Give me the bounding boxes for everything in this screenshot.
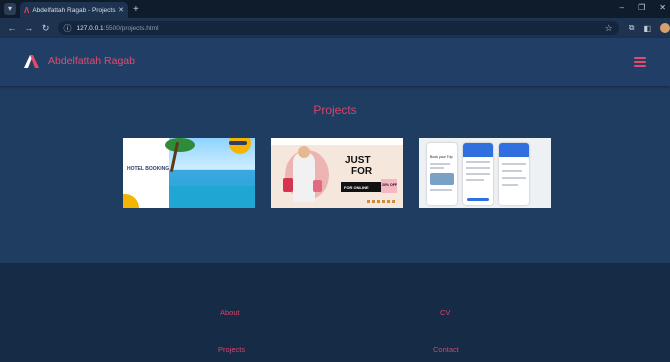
bookmark-star-icon[interactable]: ☆ [605,23,613,34]
text-line [502,170,522,172]
footer-link-contact[interactable]: Contact [433,345,459,354]
phone-screen-2 [463,143,493,205]
logo-icon[interactable] [24,55,39,68]
text-line [502,177,526,179]
phone-screen-1: Book your Trip [427,143,457,205]
discount-text: 20% OFF [382,183,397,187]
forward-icon[interactable]: → [24,23,34,33]
address-bar[interactable]: ⓘ 127.0.0.1:5500/projects.html ☆ [57,21,619,35]
text-line [466,167,490,169]
profile-avatar-icon[interactable] [660,23,670,33]
phone-header [463,143,493,157]
fashion-headline: JUST [345,155,371,166]
promo-bar: FOR ONLINE [341,182,383,192]
menu-icon[interactable] [634,57,646,67]
discount-badge: 20% OFF [381,179,397,193]
destination-image [430,173,454,185]
minimize-icon[interactable]: – [620,3,624,12]
restore-icon[interactable]: ❐ [638,3,645,12]
project-cards: HOTEL BOOKING JUST FOR FOR ONLINE 20% OF… [123,138,551,208]
brand-name[interactable]: Abdelfattah Ragab [48,55,135,67]
window-close-icon[interactable]: ✕ [659,3,666,12]
shopping-bag-icon [283,178,293,192]
favicon-icon: Λ [24,5,30,15]
model-head [298,146,310,158]
phone-screen-3 [499,143,529,205]
site-info-icon[interactable]: ⓘ [64,23,72,34]
footer-link-about[interactable]: About [220,308,240,317]
fashion-headline-2: FOR [351,166,373,177]
project-card-hotel-booking[interactable]: HOTEL BOOKING [123,138,255,208]
new-tab-icon[interactable]: + [133,4,139,15]
palm-leaf-shape [165,138,195,152]
tab-title: Abdelfattah Ragab - Projects [32,6,116,14]
text-line [466,161,490,163]
toolbar-actions: ⧉ ◧ [629,23,670,33]
text-line [502,163,526,165]
text-line [466,179,484,181]
model-figure [293,152,315,202]
promo-text: FOR ONLINE [344,185,369,190]
project-card-fashion-store[interactable]: JUST FOR FOR ONLINE 20% OFF [271,138,403,208]
text-line [430,189,452,191]
travel-card-title: Book your Trip [430,155,453,159]
card-button-shape [229,141,247,145]
footer-link-cv[interactable]: CV [440,308,450,317]
site-footer: About CV Projects Contact [0,263,670,362]
back-icon[interactable]: ← [7,23,17,33]
phone-header [499,143,529,157]
shopping-bag-icon-2 [313,180,322,192]
footer-link-projects[interactable]: Projects [218,345,245,354]
tab-search-icon[interactable]: ▾ [4,3,16,15]
page-title: Projects [313,103,357,117]
decorative-dots [367,200,395,203]
sidepanel-icon[interactable]: ◧ [643,24,651,33]
phone-button [467,198,489,201]
browser-tab[interactable]: Λ Abdelfattah Ragab - Projects ✕ [20,2,128,18]
text-line [430,167,444,169]
close-icon[interactable]: ✕ [118,6,124,14]
window-controls: – ❐ ✕ [620,3,666,12]
hotel-card-title: HOTEL BOOKING [127,166,170,172]
text-line [502,184,518,186]
card-header-bar [271,138,403,145]
project-card-travel-app[interactable]: Book your Trip [419,138,551,208]
text-line [430,163,450,165]
extensions-icon[interactable]: ⧉ [629,23,635,33]
browser-toolbar: ← → ↻ ⓘ 127.0.0.1:5500/projects.html ☆ ⧉… [0,18,670,38]
url-text: 127.0.0.1:5500/projects.html [77,25,605,32]
browser-tab-bar: ▾ Λ Abdelfattah Ragab - Projects ✕ + – ❐… [0,0,670,18]
url-host: 127.0.0.1 [76,24,104,32]
reload-icon[interactable]: ↻ [41,23,51,34]
url-path: :5500/projects.html [103,24,159,32]
text-line [466,173,490,175]
site-navbar: Abdelfattah Ragab [0,38,670,86]
